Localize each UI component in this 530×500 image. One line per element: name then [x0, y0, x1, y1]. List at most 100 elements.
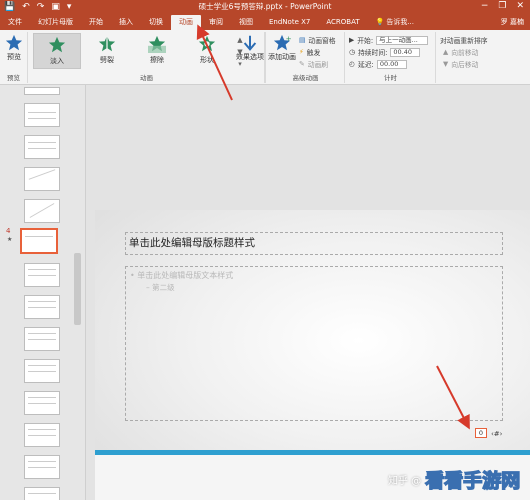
group-label-advanced: 高级动画 [292, 74, 319, 82]
duration-row: ◷ 持续时间: 00.40 [349, 47, 421, 57]
delay-icon: ◴ [349, 60, 355, 68]
tab-review[interactable]: 审阅 [201, 15, 231, 30]
down-triangle-icon: ▼ [443, 60, 449, 68]
fade-star-icon [48, 36, 66, 53]
slide-thumbnail[interactable] [24, 487, 60, 500]
move-earlier-label: 向前移动 [451, 49, 479, 57]
group-reorder: 对动画重新排序 ▲ 向前移动 ▼ 向后移动 [437, 32, 530, 83]
tab-home[interactable]: 开始 [81, 15, 111, 30]
start-label: 开始: [357, 37, 374, 45]
delay-input[interactable]: 00.00 [376, 59, 407, 69]
slide-thumbnail[interactable] [24, 327, 60, 351]
tell-me-text: 告诉我... [386, 18, 415, 26]
slide-thumbnail[interactable] [24, 423, 60, 447]
watermark-source: 知乎 @ [388, 475, 422, 487]
ribbon: 预览 预览 淡入 劈裂 擦除 形状 ▲ ▼ ▾ 动画 效果选项 添加动画 ▤ 动… [0, 30, 530, 85]
duration-input[interactable]: 00.40 [390, 47, 421, 57]
clock-icon: ◷ [349, 48, 355, 56]
group-label-preview: 预览 [7, 74, 20, 82]
add-animation-label: 添加动画 [268, 53, 296, 61]
selected-slide-thumbnail[interactable] [20, 228, 58, 254]
slide-thumbnail[interactable] [24, 359, 60, 383]
duration-label: 持续时间: [357, 49, 388, 57]
page-number-box[interactable]: 0 [475, 428, 487, 438]
slide-thumbnail[interactable] [24, 455, 60, 479]
tab-file[interactable]: 文件 [0, 15, 30, 30]
group-timing: ▶ 开始: 与上一动画... ◷ 持续时间: 00.40 ◴ 延迟: 00.00 计时 [346, 32, 436, 83]
start-dropdown[interactable]: 与上一动画... [376, 35, 429, 45]
slide-editor: 单击此处编辑母版标题样式 • 单击此处编辑母版文本样式 – 第二级 0 ‹#› [86, 85, 530, 500]
move-later-button[interactable]: ▼ 向后移动 [443, 59, 478, 69]
tab-slide-master[interactable]: 幻灯片母版 [30, 15, 81, 30]
start-icon: ▶ [349, 36, 355, 44]
tab-transitions[interactable]: 切换 [141, 15, 171, 30]
painter-label: 动画刷 [307, 61, 329, 69]
slide-thumbnail[interactable] [24, 87, 60, 95]
tell-me-box[interactable]: 💡 告诉我... [368, 15, 422, 30]
user-name: 罗 嘉楠 [500, 18, 524, 26]
group-advanced-animation: + 添加动画 ▤动画窗格 ⚡触发 ✎动画刷 高级动画 [267, 32, 345, 83]
animation-pane-icon: ▤ [299, 36, 306, 44]
powerpoint-window: 💾 ↶ ↷ ▣ ▾ 硕士学业6号预答辩.pptx - PowerPoint − … [0, 0, 530, 500]
slide-thumbnail[interactable] [24, 135, 60, 159]
restore-button[interactable]: ❐ [498, 1, 506, 11]
group-label-timing: 计时 [384, 74, 397, 82]
tab-animations[interactable]: 动画 [171, 15, 201, 30]
effect-options-label: 效果选项 [236, 53, 264, 61]
animation-painter-button[interactable]: ✎ 动画刷 [299, 59, 328, 69]
move-later-label: 向后移动 [451, 61, 479, 69]
slide-thumbnail[interactable] [24, 295, 60, 319]
close-button[interactable]: ✕ [516, 1, 524, 11]
body-placeholder[interactable]: • 单击此处编辑母版文本样式 – 第二级 [125, 266, 503, 421]
painter-icon: ✎ [299, 60, 305, 68]
animation-star-icon: ★ [7, 236, 13, 243]
animation-fade-in-label: 淡入 [50, 57, 64, 65]
body-level-2: – 第二级 [146, 283, 175, 292]
preview-button[interactable]: 预览 [0, 34, 28, 62]
add-animation-button[interactable]: + 添加动画 [267, 34, 297, 62]
lightbulb-icon: 💡 [375, 18, 385, 26]
watermark: 知乎 @ 看看手游网 [388, 462, 530, 496]
slide-canvas[interactable]: 单击此处编辑母版标题样式 • 单击此处编辑母版文本样式 – 第二级 0 ‹#› [95, 210, 530, 500]
body-level-1: • 单击此处编辑母版文本样式 [130, 271, 234, 280]
body-level-2-text: 第二级 [152, 283, 175, 292]
effect-options-button[interactable]: 效果选项 [234, 34, 266, 62]
user-account[interactable]: 罗 嘉楠 [501, 16, 524, 28]
animation-shape-label: 形状 [200, 56, 214, 64]
group-animation: 淡入 劈裂 擦除 形状 ▲ ▼ ▾ 动画 [29, 32, 265, 83]
star-icon [5, 34, 23, 51]
slide-thumbnail[interactable] [24, 103, 60, 127]
animation-split[interactable]: 劈裂 [83, 33, 131, 69]
trigger-button[interactable]: ⚡ 触发 [299, 47, 320, 57]
tab-acrobat[interactable]: ACROBAT [318, 15, 367, 30]
tab-insert[interactable]: 插入 [111, 15, 141, 30]
animation-wipe[interactable]: 擦除 [133, 33, 181, 69]
thumbnail-scrollbar[interactable] [74, 253, 81, 325]
thumbnail-pane[interactable]: 4 ★ [0, 85, 86, 500]
slide-number-field: ‹#› [491, 430, 503, 438]
minimize-button[interactable]: − [481, 1, 489, 11]
animation-wipe-label: 擦除 [150, 56, 164, 64]
trigger-label: 触发 [306, 49, 321, 57]
add-animation-icon: + [273, 34, 291, 51]
animation-fade-in[interactable]: 淡入 [33, 33, 81, 69]
slide-thumbnail[interactable] [24, 263, 60, 287]
svg-text:+: + [286, 34, 291, 43]
shape-star-icon [198, 35, 216, 52]
body-level-1-text: 单击此处编辑母版文本样式 [137, 271, 234, 280]
effect-options-area: 效果选项 [232, 32, 266, 83]
tab-view[interactable]: 视图 [231, 15, 261, 30]
slide-thumbnail[interactable] [24, 199, 60, 223]
tab-endnote[interactable]: EndNote X7 [261, 15, 318, 30]
up-triangle-icon: ▲ [443, 48, 449, 56]
group-label-animation: 动画 [140, 74, 153, 82]
move-earlier-button[interactable]: ▲ 向前移动 [443, 47, 478, 57]
title-placeholder[interactable]: 单击此处编辑母版标题样式 [125, 232, 503, 255]
slide-thumbnail[interactable] [24, 391, 60, 415]
animation-pane-button[interactable]: ▤ 动画窗格 [299, 35, 336, 45]
delay-row: ◴ 延迟: 00.00 [349, 59, 407, 69]
animation-split-label: 劈裂 [100, 56, 114, 64]
slide-number: 4 [6, 227, 11, 235]
slide-thumbnail[interactable] [24, 167, 60, 191]
animation-shape[interactable]: 形状 [183, 33, 231, 69]
